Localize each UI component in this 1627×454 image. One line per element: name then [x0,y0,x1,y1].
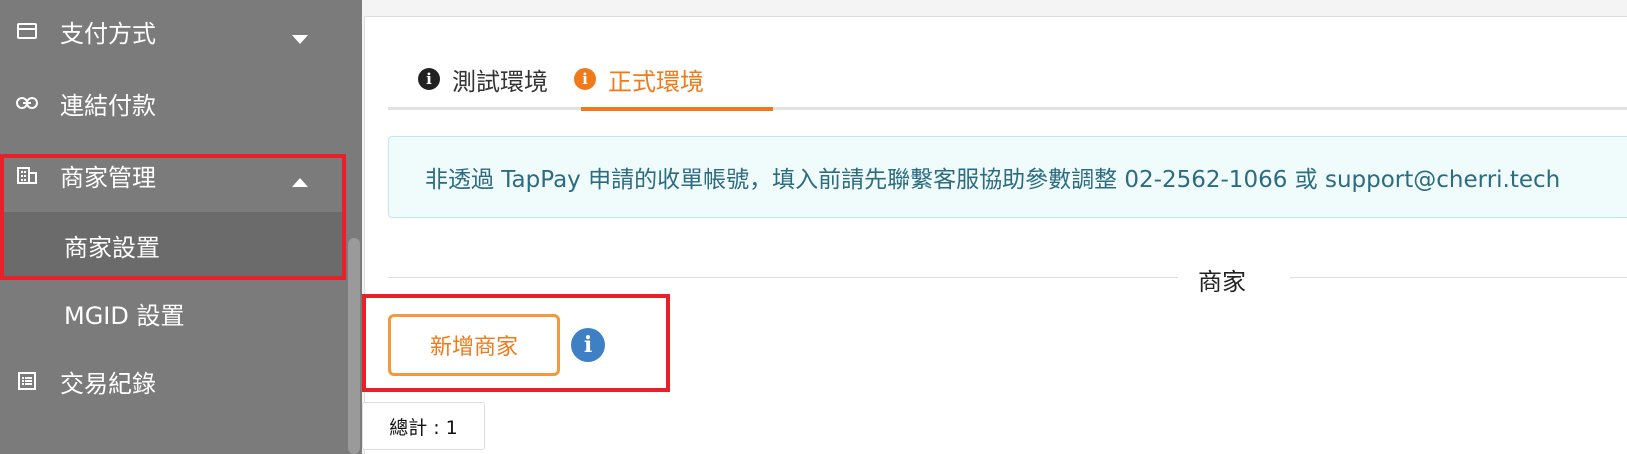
sidebar-scrollbar-thumb[interactable] [348,238,360,454]
link-icon [16,92,38,114]
tab-test-environment[interactable]: i 測試環境 [418,48,548,110]
tab-production-environment[interactable]: i 正式環境 [574,48,704,110]
info-icon: i [574,68,596,90]
sidebar-subitem-mgid-settings[interactable]: MGID 設置 [0,280,346,346]
info-alert: 非透過 TapPay 申請的收單帳號，填入前請先聯繫客服協助參數調整 02-25… [388,136,1627,218]
add-merchant-button[interactable]: 新增商家 [388,314,560,376]
info-icon: i [418,68,440,90]
sidebar-item-label: 交易紀錄 [60,369,156,398]
sidebar-item-transactions[interactable]: 交易紀錄 [0,346,346,416]
sidebar-item-label: 連結付款 [60,91,156,120]
sidebar-item-label: 支付方式 [60,19,156,48]
alert-text: 非透過 TapPay 申請的收單帳號，填入前請先聯繫客服協助參數調整 02-25… [425,167,1561,193]
sidebar-subitem-label: MGID 設置 [64,301,185,330]
active-tab-indicator [581,107,773,111]
sidebar-item-payment-methods[interactable]: 支付方式 [0,0,346,66]
section-divider [388,277,1178,278]
highlight-merchant-settings [0,154,346,280]
tab-label: 測試環境 [452,67,548,96]
list-icon [16,370,38,392]
credit-card-icon [16,20,38,42]
tab-label: 正式環境 [608,67,704,96]
chevron-down-icon[interactable] [290,24,310,44]
section-divider [1290,277,1627,278]
section-title: 商家 [1198,268,1246,296]
total-count: 總計 : 1 [362,402,485,450]
info-icon[interactable]: i [571,328,605,362]
sidebar-item-payment-links[interactable]: 連結付款 [0,68,346,138]
environment-tabs: i 測試環境 i 正式環境 [388,48,1627,110]
